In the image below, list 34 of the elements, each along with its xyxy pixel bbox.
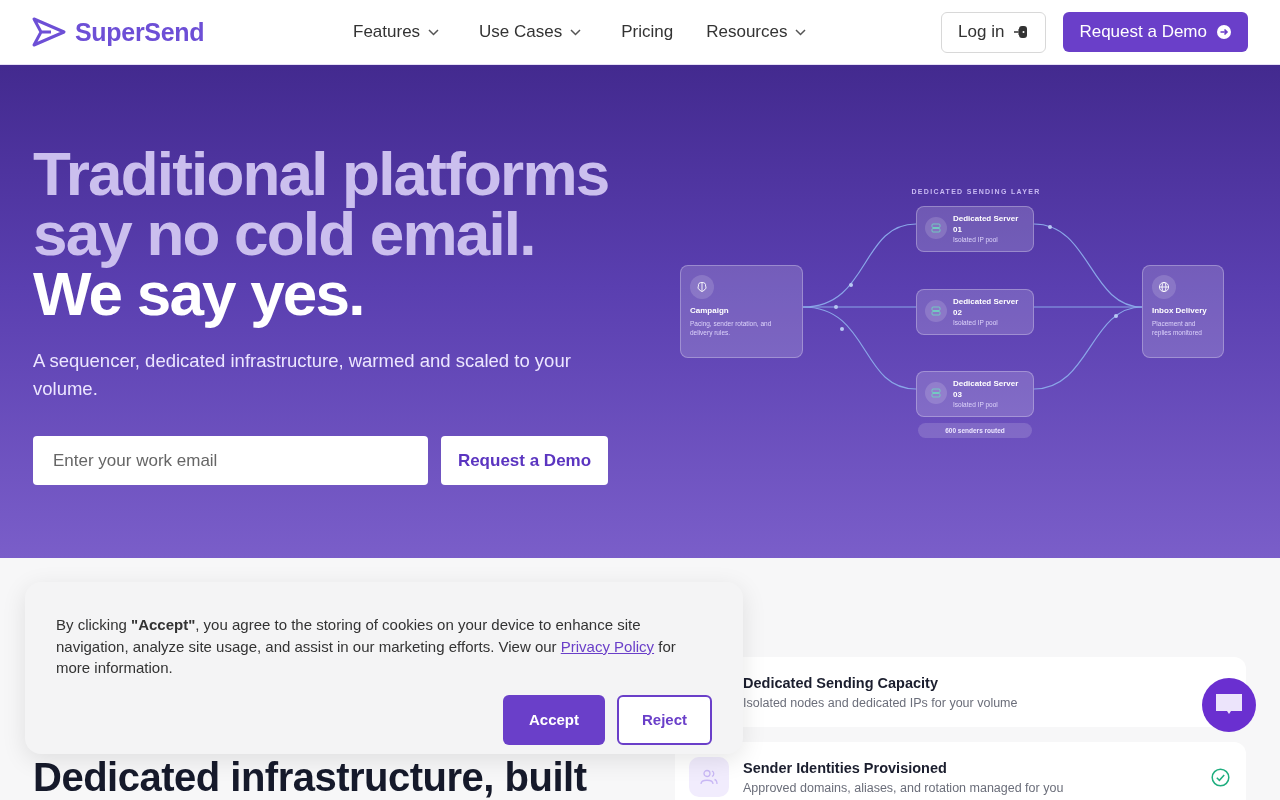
logo-icon xyxy=(31,16,67,48)
door-icon xyxy=(1013,24,1030,40)
reject-button[interactable]: Reject xyxy=(617,694,712,745)
feature-title: Sender Identities Provisioned xyxy=(743,759,947,776)
demo-button[interactable]: Request a Demo xyxy=(441,436,608,485)
server-icon xyxy=(931,306,941,316)
hero-subtitle: A sequencer, dedicated infrastructure, warmed and scaled to your volume. xyxy=(33,349,572,401)
chat-button[interactable] xyxy=(1202,678,1256,732)
privacy-policy-link[interactable]: Privacy Policy xyxy=(560,637,655,655)
node-title: Inbox Delivery xyxy=(1152,305,1208,316)
feature-description: Isolated nodes and dedicated IPs for your volume xyxy=(743,695,1018,710)
nav-link[interactable]: Pricing xyxy=(621,22,674,42)
feature-title: Dedicated Sending Capacity xyxy=(743,674,938,691)
brain-icon xyxy=(696,281,708,293)
nav-link[interactable]: Resources xyxy=(706,22,807,42)
feature-description: Approved domains, aliases, and rotation managed for you xyxy=(743,780,1064,795)
people-icon xyxy=(700,769,718,785)
email-field[interactable]: Enter your work email xyxy=(33,436,428,485)
server-icon xyxy=(931,388,941,398)
node-title: Dedicated Server 02 xyxy=(953,296,1020,318)
globe-icon xyxy=(1158,281,1170,293)
accept-button[interactable]: Accept xyxy=(503,694,605,745)
login-button[interactable]: Log in xyxy=(941,11,1047,53)
node-title: Dedicated Server 01 xyxy=(953,213,1020,235)
node-title: Campaign xyxy=(690,305,730,316)
cookie-notice: By clicking "Accept", you agree to the storing of cookies on your device to enhance site navigation, analyze site usage, and assist in our marketing efforts. View our Privacy Policy for more information. xyxy=(56,615,677,678)
nav-link[interactable]: Use Cases xyxy=(479,22,582,42)
nav-link[interactable]: Features xyxy=(353,22,440,42)
node-title: Dedicated Server 03 xyxy=(953,378,1020,400)
server-icon xyxy=(931,223,941,233)
logo-text: SuperSend xyxy=(75,17,205,47)
demo-button[interactable]: Request a Demo xyxy=(1063,11,1248,52)
section-heading: Dedicated infrastructure, built xyxy=(33,757,587,800)
arrow-circle-icon xyxy=(1216,23,1232,40)
